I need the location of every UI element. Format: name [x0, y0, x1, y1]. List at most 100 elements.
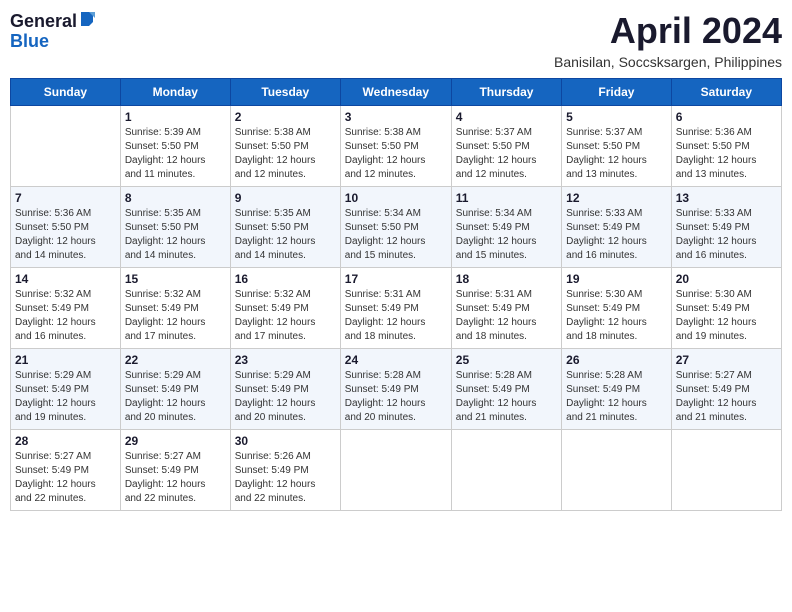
day-number: 20 — [676, 272, 777, 286]
day-info: Sunrise: 5:30 AM Sunset: 5:49 PM Dayligh… — [566, 288, 667, 344]
day-number: 8 — [125, 191, 226, 205]
calendar-cell — [340, 430, 451, 511]
day-number: 11 — [456, 191, 557, 205]
calendar-header: SundayMondayTuesdayWednesdayThursdayFrid… — [11, 79, 782, 106]
day-number: 9 — [235, 191, 336, 205]
calendar-cell: 21 Sunrise: 5:29 AM Sunset: 5:49 PM Dayli… — [11, 349, 121, 430]
logo-blue: Blue — [10, 31, 49, 51]
calendar-cell: 17Sunrise: 5:31 AM Sunset: 5:49 PM Dayli… — [340, 268, 451, 349]
day-number: 30 — [235, 434, 336, 448]
day-number: 24 — [345, 353, 447, 367]
day-info: Sunrise: 5:35 AM Sunset: 5:50 PM Dayligh… — [235, 207, 336, 263]
day-info: Sunrise: 5:28 AM Sunset: 5:49 PM Dayligh… — [566, 369, 667, 425]
calendar-cell: 7 Sunrise: 5:36 AM Sunset: 5:50 PM Daylig… — [11, 187, 121, 268]
day-info: Sunrise: 5:27 AM Sunset: 5:49 PM Dayligh… — [15, 450, 116, 506]
calendar-week-row: 28 Sunrise: 5:27 AM Sunset: 5:49 PM Dayli… — [11, 430, 782, 511]
calendar-cell: 13 Sunrise: 5:33 AM Sunset: 5:49 PM Dayli… — [671, 187, 781, 268]
calendar-cell: 2 Sunrise: 5:38 AM Sunset: 5:50 PM Daylig… — [230, 106, 340, 187]
day-number: 7 — [15, 191, 116, 205]
day-number: 18 — [456, 272, 557, 286]
calendar-cell: 16 Sunrise: 5:32 AM Sunset: 5:49 PM Dayli… — [230, 268, 340, 349]
day-number: 27 — [676, 353, 777, 367]
calendar-cell: 29 Sunrise: 5:27 AM Sunset: 5:49 PM Dayli… — [120, 430, 230, 511]
calendar-cell: 12 Sunrise: 5:33 AM Sunset: 5:49 PM Dayli… — [562, 187, 672, 268]
logo-general: General — [10, 12, 77, 30]
calendar-cell — [11, 106, 121, 187]
calendar-cell: 14Sunrise: 5:32 AM Sunset: 5:49 PM Dayli… — [11, 268, 121, 349]
calendar-cell: 10Sunrise: 5:34 AM Sunset: 5:50 PM Dayli… — [340, 187, 451, 268]
calendar-cell: 28 Sunrise: 5:27 AM Sunset: 5:49 PM Dayli… — [11, 430, 121, 511]
calendar-cell: 15 Sunrise: 5:32 AM Sunset: 5:49 PM Dayli… — [120, 268, 230, 349]
weekday-header: Tuesday — [230, 79, 340, 106]
day-info: Sunrise: 5:29 AM Sunset: 5:49 PM Dayligh… — [125, 369, 226, 425]
weekday-header: Thursday — [451, 79, 561, 106]
day-info: Sunrise: 5:30 AM Sunset: 5:49 PM Dayligh… — [676, 288, 777, 344]
calendar-week-row: 7 Sunrise: 5:36 AM Sunset: 5:50 PM Daylig… — [11, 187, 782, 268]
day-info: Sunrise: 5:34 AM Sunset: 5:49 PM Dayligh… — [456, 207, 557, 263]
day-number: 26 — [566, 353, 667, 367]
calendar-cell: 19 Sunrise: 5:30 AM Sunset: 5:49 PM Dayli… — [562, 268, 672, 349]
day-number: 15 — [125, 272, 226, 286]
day-number: 4 — [456, 110, 557, 124]
calendar-cell — [671, 430, 781, 511]
day-info: Sunrise: 5:36 AM Sunset: 5:50 PM Dayligh… — [15, 207, 116, 263]
day-info: Sunrise: 5:27 AM Sunset: 5:49 PM Dayligh… — [676, 369, 777, 425]
day-info: Sunrise: 5:37 AM Sunset: 5:50 PM Dayligh… — [566, 126, 667, 182]
day-info: Sunrise: 5:39 AM Sunset: 5:50 PM Dayligh… — [125, 126, 226, 182]
calendar-cell: 27 Sunrise: 5:27 AM Sunset: 5:49 PM Dayli… — [671, 349, 781, 430]
calendar-cell: 5 Sunrise: 5:37 AM Sunset: 5:50 PM Daylig… — [562, 106, 672, 187]
calendar-cell: 8 Sunrise: 5:35 AM Sunset: 5:50 PM Daylig… — [120, 187, 230, 268]
month-title: April 2024 — [554, 10, 782, 52]
header: General Blue April 2024 Banisilan, Soccs… — [10, 10, 782, 70]
calendar-cell: 20 Sunrise: 5:30 AM Sunset: 5:49 PM Dayli… — [671, 268, 781, 349]
day-info: Sunrise: 5:32 AM Sunset: 5:49 PM Dayligh… — [235, 288, 336, 344]
calendar-cell: 24 Sunrise: 5:28 AM Sunset: 5:49 PM Dayli… — [340, 349, 451, 430]
day-number: 12 — [566, 191, 667, 205]
day-info: Sunrise: 5:28 AM Sunset: 5:49 PM Dayligh… — [345, 369, 447, 425]
day-number: 23 — [235, 353, 336, 367]
location-title: Banisilan, Soccsksargen, Philippines — [554, 54, 782, 70]
calendar-cell — [451, 430, 561, 511]
day-info: Sunrise: 5:38 AM Sunset: 5:50 PM Dayligh… — [235, 126, 336, 182]
calendar-week-row: 1 Sunrise: 5:39 AM Sunset: 5:50 PM Daylig… — [11, 106, 782, 187]
day-number: 5 — [566, 110, 667, 124]
day-number: 29 — [125, 434, 226, 448]
day-info: Sunrise: 5:29 AM Sunset: 5:49 PM Dayligh… — [15, 369, 116, 425]
day-number: 19 — [566, 272, 667, 286]
day-number: 22 — [125, 353, 226, 367]
logo: General Blue — [10, 10, 95, 51]
day-info: Sunrise: 5:31 AM Sunset: 5:49 PM Dayligh… — [456, 288, 557, 344]
day-info: Sunrise: 5:28 AM Sunset: 5:49 PM Dayligh… — [456, 369, 557, 425]
calendar-cell: 22 Sunrise: 5:29 AM Sunset: 5:49 PM Dayli… — [120, 349, 230, 430]
day-info: Sunrise: 5:32 AM Sunset: 5:49 PM Dayligh… — [125, 288, 226, 344]
day-number: 13 — [676, 191, 777, 205]
calendar-cell: 1 Sunrise: 5:39 AM Sunset: 5:50 PM Daylig… — [120, 106, 230, 187]
day-number: 6 — [676, 110, 777, 124]
weekday-header: Friday — [562, 79, 672, 106]
calendar-cell: 30Sunrise: 5:26 AM Sunset: 5:49 PM Dayli… — [230, 430, 340, 511]
calendar-body: 1 Sunrise: 5:39 AM Sunset: 5:50 PM Daylig… — [11, 106, 782, 511]
day-info: Sunrise: 5:33 AM Sunset: 5:49 PM Dayligh… — [566, 207, 667, 263]
weekday-header: Sunday — [11, 79, 121, 106]
day-info: Sunrise: 5:27 AM Sunset: 5:49 PM Dayligh… — [125, 450, 226, 506]
day-number: 2 — [235, 110, 336, 124]
calendar-cell: 9 Sunrise: 5:35 AM Sunset: 5:50 PM Daylig… — [230, 187, 340, 268]
calendar-week-row: 21 Sunrise: 5:29 AM Sunset: 5:49 PM Dayli… — [11, 349, 782, 430]
weekday-header: Saturday — [671, 79, 781, 106]
title-area: April 2024 Banisilan, Soccsksargen, Phil… — [554, 10, 782, 70]
calendar-week-row: 14Sunrise: 5:32 AM Sunset: 5:49 PM Dayli… — [11, 268, 782, 349]
calendar-cell: 18 Sunrise: 5:31 AM Sunset: 5:49 PM Dayli… — [451, 268, 561, 349]
calendar-cell: 4Sunrise: 5:37 AM Sunset: 5:50 PM Daylig… — [451, 106, 561, 187]
calendar-table: SundayMondayTuesdayWednesdayThursdayFrid… — [10, 78, 782, 511]
day-info: Sunrise: 5:33 AM Sunset: 5:49 PM Dayligh… — [676, 207, 777, 263]
day-info: Sunrise: 5:32 AM Sunset: 5:49 PM Dayligh… — [15, 288, 116, 344]
day-number: 21 — [15, 353, 116, 367]
weekday-header: Wednesday — [340, 79, 451, 106]
day-info: Sunrise: 5:31 AM Sunset: 5:49 PM Dayligh… — [345, 288, 447, 344]
day-number: 1 — [125, 110, 226, 124]
day-number: 16 — [235, 272, 336, 286]
calendar-cell: 3Sunrise: 5:38 AM Sunset: 5:50 PM Daylig… — [340, 106, 451, 187]
day-number: 28 — [15, 434, 116, 448]
day-number: 10 — [345, 191, 447, 205]
day-info: Sunrise: 5:35 AM Sunset: 5:50 PM Dayligh… — [125, 207, 226, 263]
